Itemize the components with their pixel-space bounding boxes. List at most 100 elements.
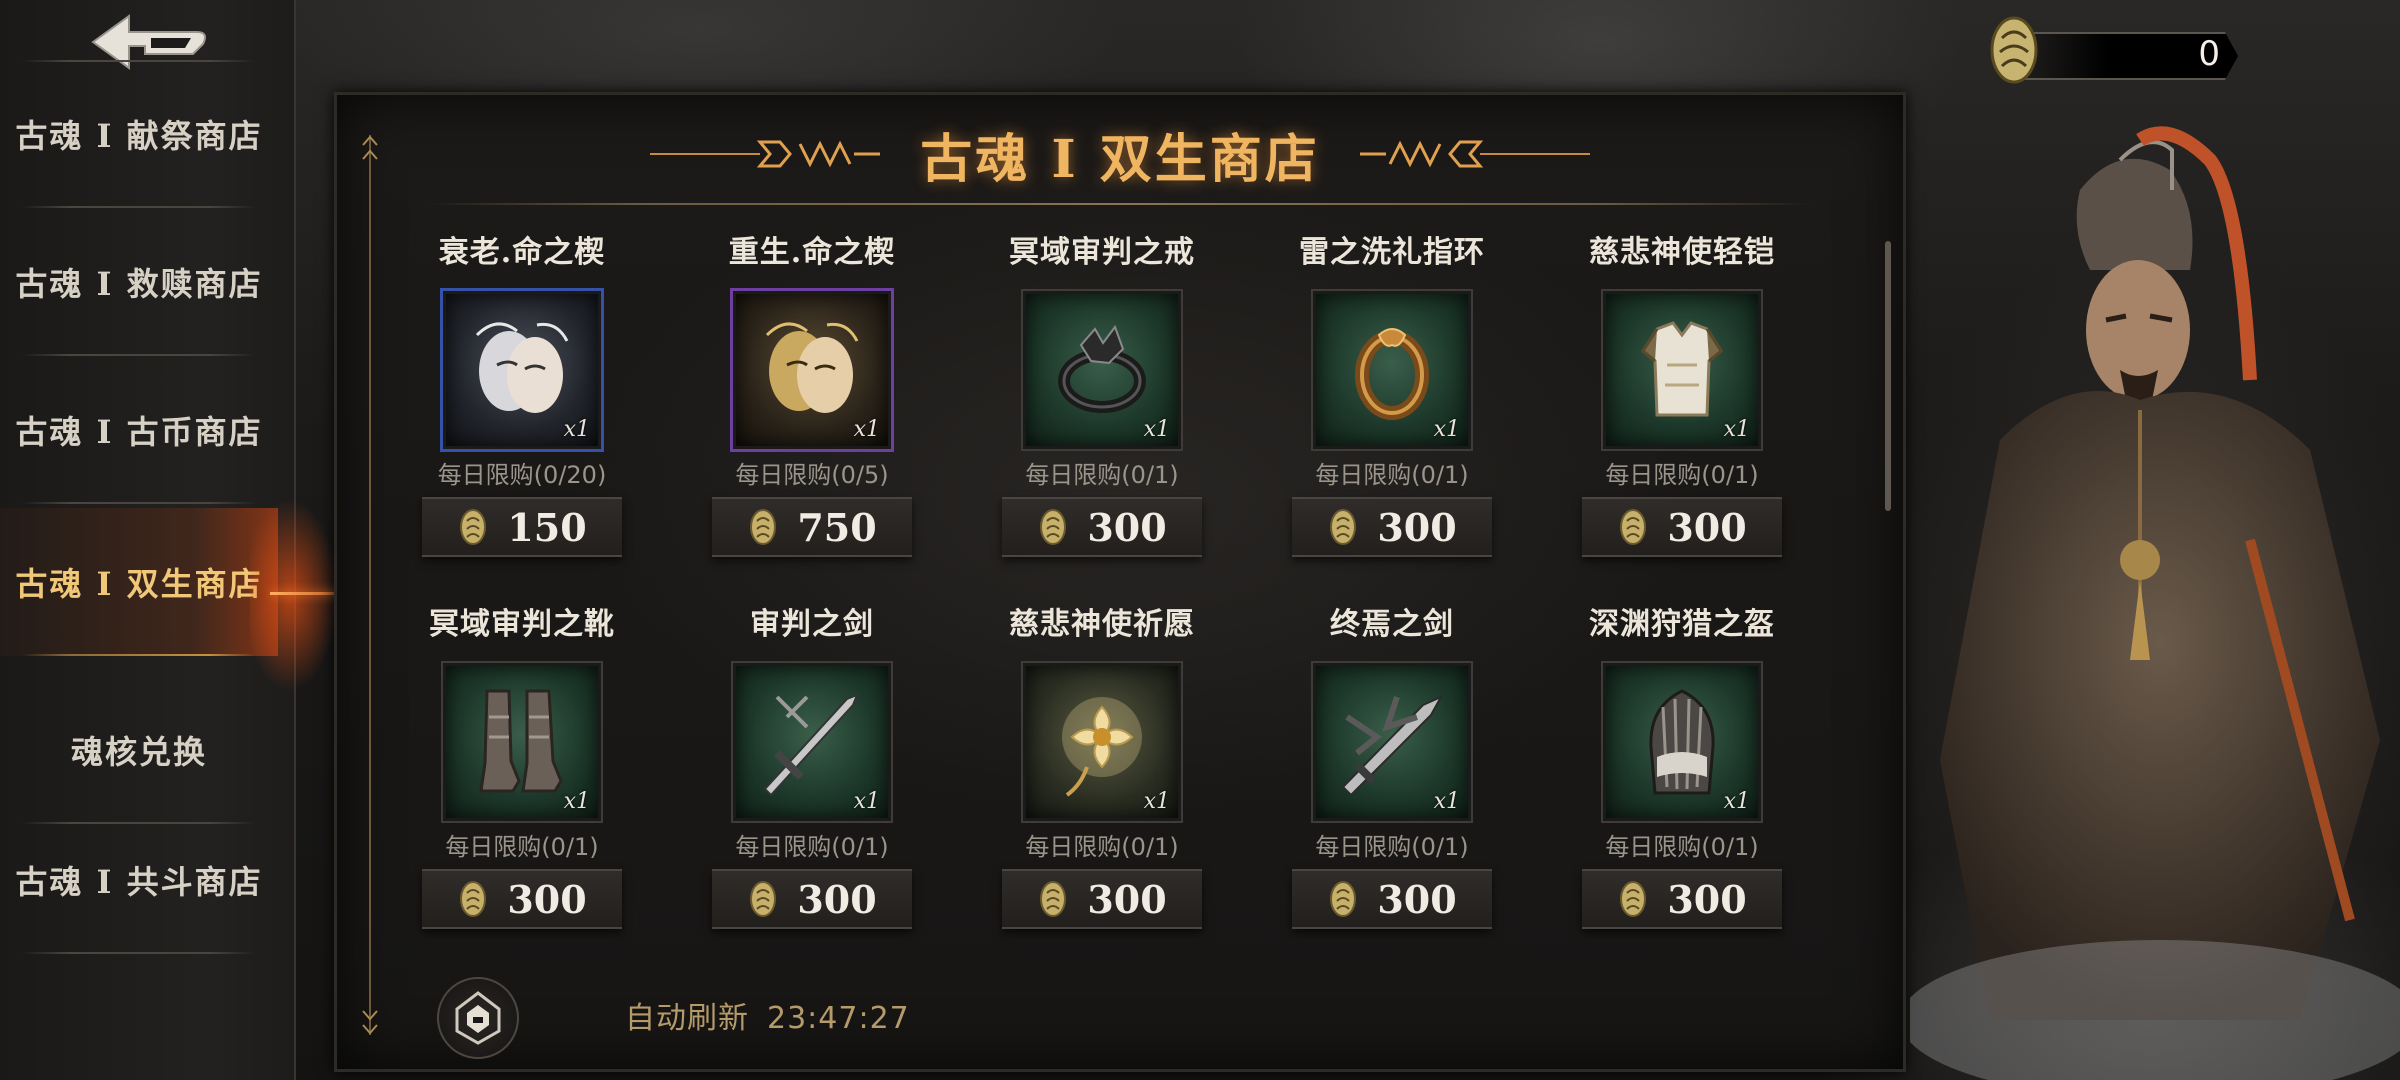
item-price: 300 (1667, 876, 1747, 922)
sidebar-item-label: 古魂 I 共斗商店 (15, 863, 263, 901)
item-slot: x1 (730, 288, 894, 452)
coin-icon (1330, 509, 1357, 545)
sword-icon (1341, 694, 1444, 797)
purchase-limit: 每日限购(0/20) (437, 460, 607, 489)
buy-button[interactable]: 300 (1582, 869, 1782, 929)
item-quantity: x1 (1723, 417, 1750, 442)
sidebar-item-coop-shop[interactable]: 古魂 I 共斗商店 (0, 806, 278, 954)
sidebar-item-twin-shop[interactable]: 古魂 I 双生商店 (0, 508, 278, 656)
sidebar-item-redemption-shop[interactable]: 古魂 I 救赎商店 (0, 208, 278, 356)
shop-item[interactable]: 慈悲神使轻铠 x1 每日限购(0/1) 300 (1557, 229, 1807, 609)
item-quantity: x1 (853, 789, 880, 814)
item-quantity: x1 (1143, 417, 1170, 442)
buy-button[interactable]: 150 (422, 497, 622, 557)
coin-icon (1620, 509, 1647, 545)
coin-icon (1040, 881, 1067, 917)
title-ornament-left-icon (650, 140, 881, 168)
scrollbar[interactable] (1885, 241, 1891, 511)
item-name: 雷之洗礼指环 (1299, 235, 1485, 270)
item-price: 300 (1087, 876, 1167, 922)
item-name: 冥域审判之戒 (1009, 235, 1195, 270)
buy-button[interactable]: 300 (712, 869, 912, 929)
purchase-limit: 每日限购(0/1) (445, 832, 599, 861)
item-slot: x1 (440, 288, 604, 452)
sidebar-item-label: 古魂 I 古币商店 (15, 413, 263, 451)
item-price: 300 (1087, 504, 1167, 550)
item-price: 300 (1667, 504, 1747, 550)
item-name: 重生.命之楔 (728, 235, 896, 270)
shop-item[interactable]: 雷之洗礼指环 x1 每日限购(0/1) 300 (1267, 229, 1517, 609)
shop-item[interactable]: 深渊狩猎之盔 x1 每日限购(0/1) 300 (1557, 601, 1807, 981)
buy-button[interactable]: 300 (1002, 869, 1202, 929)
title-divider (427, 203, 1813, 205)
currency-display: 0 (1984, 10, 2250, 90)
shop-panel: 古魂 I 双生商店 衰老.命之楔 x1 每日限购(0/20) 150 重生.命之… (334, 92, 1906, 1072)
purchase-limit: 每日限购(0/1) (1605, 460, 1759, 489)
item-name: 深渊狩猎之盔 (1589, 607, 1775, 642)
item-price: 300 (507, 876, 587, 922)
refresh-button[interactable] (437, 977, 519, 1059)
sidebar-item-sacrifice-shop[interactable]: 古魂 I 献祭商店 (0, 60, 278, 208)
purchase-limit: 每日限购(0/1) (735, 832, 889, 861)
item-slot: x1 (1601, 661, 1763, 823)
title-ornament-right-icon (1359, 140, 1590, 168)
sidebar-item-ancient-coin-shop[interactable]: 古魂 I 古币商店 (0, 356, 278, 504)
purchase-limit: 每日限购(0/1) (1315, 460, 1469, 489)
mask-icon (765, 322, 859, 413)
item-name: 审判之剑 (750, 607, 874, 642)
item-slot: x1 (441, 661, 603, 823)
sidebar-item-soul-core-exchange[interactable]: 魂核兑换 (0, 676, 278, 824)
item-price: 300 (1377, 504, 1457, 550)
buy-button[interactable]: 300 (1002, 497, 1202, 557)
coin-icon (750, 881, 777, 917)
item-slot: x1 (1601, 289, 1763, 451)
sidebar-item-label: 古魂 I 救赎商店 (15, 265, 263, 303)
flower-icon (1062, 697, 1142, 797)
boots-icon (479, 689, 563, 793)
coin-icon (460, 509, 487, 545)
buy-button[interactable]: 750 (712, 497, 912, 557)
buy-button[interactable]: 300 (1582, 497, 1782, 557)
coin-icon (750, 509, 777, 545)
purchase-limit: 每日限购(0/5) (735, 460, 889, 489)
item-quantity: x1 (1433, 417, 1460, 442)
purchase-limit: 每日限购(0/1) (1025, 832, 1179, 861)
item-quantity: x1 (1433, 789, 1460, 814)
buy-button[interactable]: 300 (422, 869, 622, 929)
item-price: 300 (1377, 876, 1457, 922)
armor-icon (1641, 321, 1723, 417)
ring-icon (1058, 324, 1146, 413)
purchase-limit: 每日限购(0/1) (1025, 460, 1179, 489)
coin-icon (1990, 16, 2038, 84)
item-quantity: x1 (1143, 789, 1170, 814)
buy-button[interactable]: 300 (1292, 497, 1492, 557)
item-slot: x1 (1311, 289, 1473, 451)
item-name: 慈悲神使祈愿 (1009, 607, 1195, 642)
item-price: 300 (797, 876, 877, 922)
ring-icon (1355, 328, 1429, 420)
item-price: 150 (507, 504, 587, 550)
side-ornament-icon (362, 135, 378, 1035)
buy-button[interactable]: 300 (1292, 869, 1492, 929)
sidebar: 古魂 I 献祭商店 古魂 I 救赎商店 古魂 I 古币商店 古魂 I 双生商店 … (0, 0, 296, 1080)
item-slot: x1 (1021, 661, 1183, 823)
shop-item[interactable]: 慈悲神使祈愿 x1 每日限购(0/1) 300 (977, 601, 1227, 981)
item-grid: 衰老.命之楔 x1 每日限购(0/20) 150 重生.命之楔 x1 每日限购(… (397, 229, 1857, 1029)
coin-icon (1040, 509, 1067, 545)
refresh-label: 自动刷新 (625, 1001, 749, 1036)
item-name: 冥域审判之靴 (429, 607, 615, 642)
refresh-emblem-icon (455, 991, 501, 1045)
shop-item[interactable]: 冥域审判之靴 x1 每日限购(0/1) 300 (397, 601, 647, 981)
coin-icon (460, 881, 487, 917)
item-quantity: x1 (1723, 789, 1750, 814)
shop-item[interactable]: 重生.命之楔 x1 每日限购(0/5) 750 (687, 229, 937, 609)
shop-item[interactable]: 审判之剑 x1 每日限购(0/1) 300 (687, 601, 937, 981)
merchant-character-icon (1910, 126, 2400, 1080)
currency-value: 0 (2198, 34, 2220, 74)
shop-item[interactable]: 衰老.命之楔 x1 每日限购(0/20) 150 (397, 229, 647, 609)
mask-icon (475, 322, 569, 413)
shop-item[interactable]: 终焉之剑 x1 每日限购(0/1) 300 (1267, 601, 1517, 981)
auto-refresh-timer: 自动刷新 23:47:27 (625, 993, 910, 1037)
purchase-limit: 每日限购(0/1) (1315, 832, 1469, 861)
shop-item[interactable]: 冥域审判之戒 x1 每日限购(0/1) 300 (977, 229, 1227, 609)
